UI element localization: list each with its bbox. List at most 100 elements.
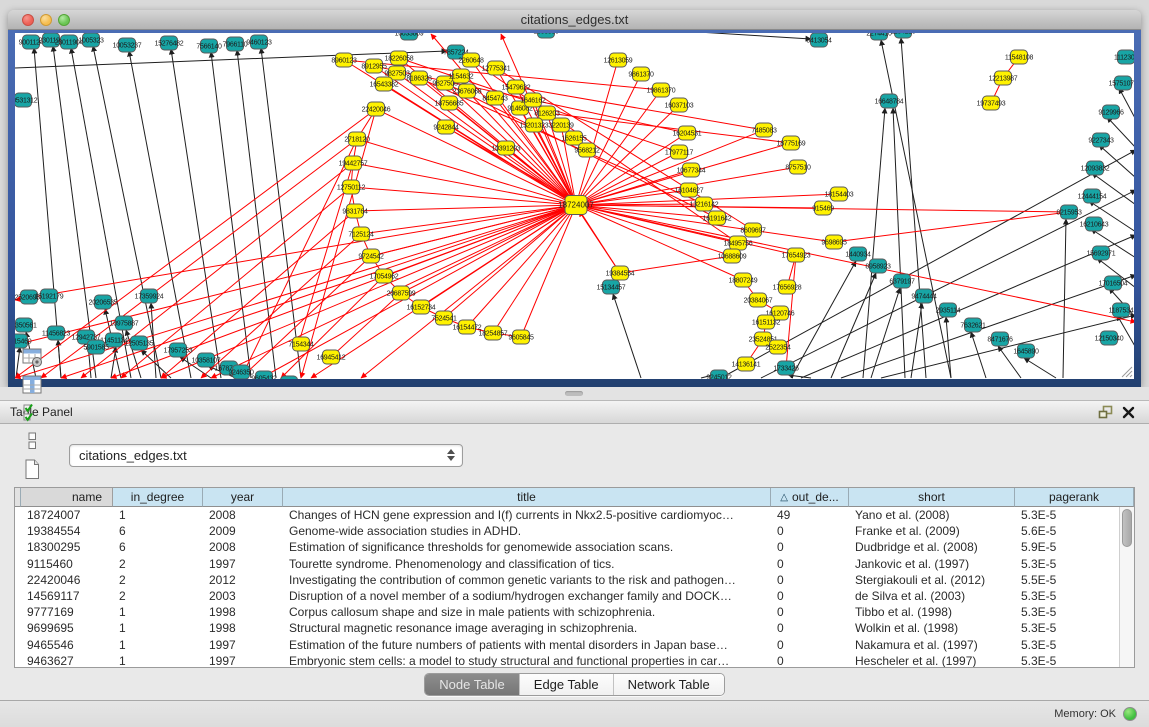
network-node[interactable]: 9460123 bbox=[246, 35, 272, 49]
tab-network-table[interactable]: Network Table bbox=[614, 674, 724, 695]
network-node[interactable]: 9227343 bbox=[1088, 133, 1114, 147]
window-titlebar[interactable]: citations_edges.txt bbox=[8, 10, 1141, 30]
splitter-handle-icon[interactable] bbox=[565, 391, 583, 396]
column-header-in_degree[interactable]: in_degree bbox=[113, 488, 203, 507]
network-node[interactable]: 12213987 bbox=[989, 71, 1018, 85]
network-node[interactable]: 11456823 bbox=[42, 326, 71, 340]
network-node[interactable]: 12750112 bbox=[337, 180, 366, 194]
network-node[interactable]: 7566140 bbox=[196, 39, 222, 53]
column-header-out_de[interactable]: △out_de... bbox=[771, 488, 849, 507]
network-node[interactable]: 16945412 bbox=[317, 350, 346, 364]
select-all-icon[interactable] bbox=[18, 399, 46, 427]
table-scrollbar[interactable] bbox=[1119, 507, 1134, 667]
network-node[interactable]: 7524541 bbox=[431, 311, 457, 325]
network-node[interactable]: 9724542 bbox=[358, 249, 384, 263]
network-node[interactable]: 18254857 bbox=[479, 326, 508, 340]
network-node[interactable]: 9605432 bbox=[251, 371, 277, 379]
network-node[interactable]: 10688609 bbox=[718, 249, 747, 263]
network-node[interactable]: 16104627 bbox=[675, 183, 704, 197]
table-row[interactable]: 1456911722003Disruption of a novel membe… bbox=[15, 588, 1119, 604]
network-node[interactable]: 7154210 bbox=[276, 376, 302, 379]
table-row[interactable]: 1938455462009Genome-wide association stu… bbox=[15, 523, 1119, 539]
tab-node-table[interactable]: Node Table bbox=[425, 674, 520, 695]
network-node[interactable]: 1154210 bbox=[891, 33, 916, 38]
network-node[interactable]: 9605845 bbox=[508, 330, 534, 344]
network-node[interactable]: 16154472 bbox=[453, 320, 482, 334]
network-node[interactable]: 9245012 bbox=[706, 370, 732, 379]
network-node[interactable]: 17359924 bbox=[135, 289, 164, 303]
network-node[interactable]: 15134457 bbox=[597, 280, 626, 294]
network-node[interactable]: 1733426 bbox=[773, 361, 799, 375]
network-node[interactable]: 915469 bbox=[812, 201, 834, 215]
float-panel-icon[interactable] bbox=[1095, 403, 1117, 421]
table-row[interactable]: 969969511998Structural magnetic resonanc… bbox=[15, 620, 1119, 636]
memory-status-icon[interactable] bbox=[1123, 707, 1137, 721]
network-node[interactable]: 7632621 bbox=[960, 318, 986, 332]
network-node[interactable]: 19384554 bbox=[606, 266, 635, 280]
network-node[interactable]: 16033809 bbox=[395, 33, 424, 40]
network-node[interactable]: 19861370 bbox=[647, 83, 676, 97]
network-node[interactable]: 8215953 bbox=[1056, 205, 1082, 219]
network-node[interactable]: 10975887 bbox=[110, 316, 139, 330]
network-node[interactable]: 12150340 bbox=[1095, 331, 1124, 345]
network-node[interactable]: 20384067 bbox=[744, 293, 773, 307]
new-column-icon[interactable] bbox=[18, 455, 46, 483]
network-node[interactable]: 2935114 bbox=[936, 303, 961, 317]
network-node[interactable]: 8413054 bbox=[806, 33, 832, 47]
network-node[interactable]: 18495756 bbox=[724, 236, 753, 250]
zoom-window-button[interactable] bbox=[58, 14, 70, 26]
close-window-button[interactable] bbox=[22, 14, 34, 26]
network-node[interactable]: 8471676 bbox=[987, 332, 1013, 346]
column-header-year[interactable]: year bbox=[203, 488, 283, 507]
close-panel-icon[interactable] bbox=[1117, 403, 1139, 421]
network-node[interactable]: 2274410 bbox=[866, 33, 892, 40]
network-node[interactable]: 20206535 bbox=[89, 295, 118, 309]
network-node[interactable]: 15692971 bbox=[1087, 246, 1116, 260]
column-header-pagerank[interactable]: pagerank bbox=[1015, 488, 1134, 507]
resize-grip-icon[interactable] bbox=[1122, 367, 1132, 377]
table-row[interactable]: 1830029562008Estimation of significance … bbox=[15, 539, 1119, 555]
tab-edge-table[interactable]: Edge Table bbox=[520, 674, 614, 695]
network-node[interactable]: 8912955 bbox=[361, 59, 387, 73]
scrollbar-thumb[interactable] bbox=[1122, 509, 1132, 547]
table-row[interactable]: 2242004622012Investigating the contribut… bbox=[15, 572, 1119, 588]
network-node[interactable]: 16210643 bbox=[1080, 217, 1109, 231]
network-node[interactable]: 16648784 bbox=[875, 94, 904, 108]
panel-splitter[interactable] bbox=[0, 387, 1149, 400]
table-row[interactable]: 977716911998Corpus callosum shape and si… bbox=[15, 604, 1119, 620]
network-node[interactable]: 17654923 bbox=[782, 248, 811, 262]
network-node[interactable]: 16037103 bbox=[665, 98, 694, 112]
network-node[interactable]: 16204531 bbox=[673, 126, 702, 140]
unselect-all-icon[interactable] bbox=[18, 427, 46, 455]
network-node[interactable]: 12613059 bbox=[604, 53, 633, 67]
network-node[interactable]: 18154403 bbox=[825, 187, 854, 201]
network-node[interactable]: 7125124 bbox=[348, 227, 374, 241]
table-selector-dropdown[interactable]: citations_edges.txt bbox=[69, 444, 463, 467]
network-node[interactable]: 1350561 bbox=[15, 318, 37, 332]
table-row[interactable]: 911546021997Tourette syndrome. Phenomeno… bbox=[15, 556, 1119, 572]
column-header-title[interactable]: title bbox=[283, 488, 771, 507]
network-node[interactable]: 15751074 bbox=[1109, 76, 1134, 90]
network-node[interactable]: 1440934 bbox=[845, 247, 871, 261]
network-node[interactable]: 20531312 bbox=[15, 93, 38, 107]
column-header-name[interactable]: name bbox=[21, 488, 113, 507]
network-node[interactable]: 1112304 bbox=[1114, 50, 1134, 64]
network-node[interactable]: 12093832 bbox=[1081, 161, 1110, 175]
network-node[interactable]: 9861370 bbox=[628, 67, 654, 81]
network-node[interactable]: 1154632 bbox=[449, 69, 474, 83]
table-row[interactable]: 946362711997Embryonic stem cells: a mode… bbox=[15, 653, 1119, 667]
network-node[interactable]: 15276482 bbox=[155, 36, 184, 50]
network-graph[interactable]: 9001124230119023011904100532310053237152… bbox=[15, 33, 1134, 379]
network-canvas[interactable]: 9001124230119023011904100532310053237152… bbox=[15, 33, 1134, 379]
network-node[interactable]: 12775341 bbox=[482, 61, 511, 75]
network-node[interactable]: 19737493 bbox=[977, 96, 1006, 110]
network-node[interactable]: 7485083 bbox=[751, 123, 777, 137]
network-node[interactable]: 9698695 bbox=[821, 235, 847, 249]
network-node[interactable]: 1603380 bbox=[533, 33, 559, 38]
network-node[interactable]: 7966110 bbox=[223, 37, 248, 51]
minimize-window-button[interactable] bbox=[40, 14, 52, 26]
network-node[interactable]: 17656928 bbox=[773, 280, 802, 294]
network-node[interactable]: 6379197 bbox=[889, 274, 915, 288]
network-node[interactable]: 12444154 bbox=[1078, 189, 1107, 203]
network-node[interactable]: 10053237 bbox=[113, 38, 142, 52]
